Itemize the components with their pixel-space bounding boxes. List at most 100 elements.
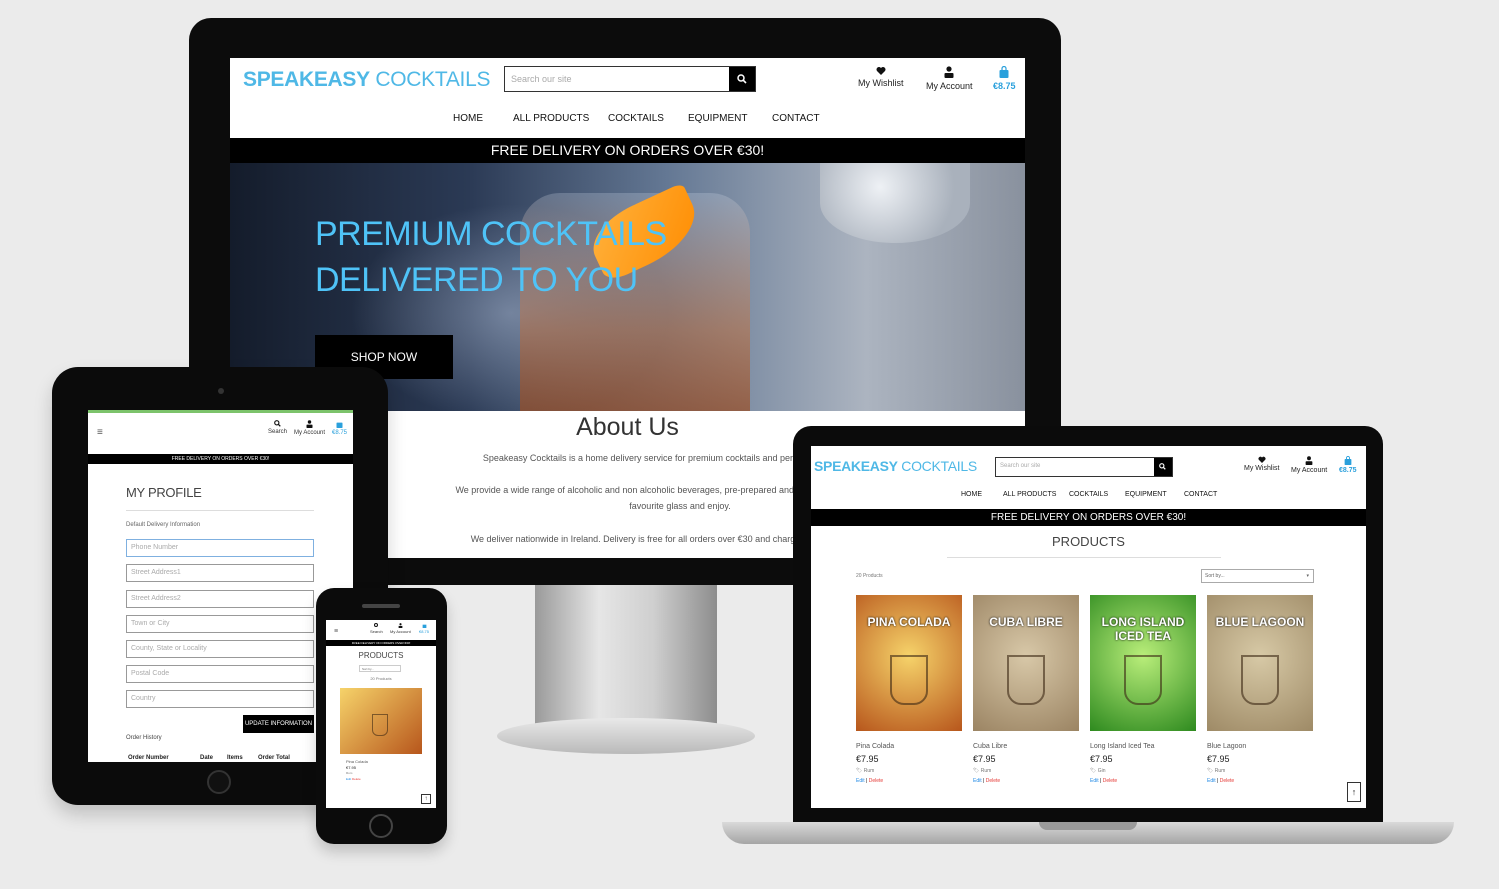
laptop-search-button[interactable] (1154, 458, 1172, 476)
phone-account-label: My Account (390, 629, 411, 634)
laptop-nav-equipment[interactable]: EQUIPMENT (1125, 491, 1167, 498)
delivery-info-label: Default Delivery Information (126, 522, 201, 528)
delete-link[interactable]: Delete (1103, 778, 1117, 784)
phone-number-field[interactable]: Phone Number (126, 539, 314, 557)
hamburger-menu-icon[interactable]: ≡ (334, 628, 338, 635)
site-logo[interactable]: SPEAKEASY COCKTAILS (243, 68, 490, 92)
cart-link[interactable]: €8.75 (993, 66, 1016, 91)
search-button[interactable] (729, 67, 755, 91)
hero-strainer (820, 163, 970, 243)
product-image[interactable]: BLUE LAGOON (1207, 595, 1313, 731)
phone-search-label: Search (370, 629, 383, 634)
product-category[interactable]: 🏷 Gin (1090, 768, 1196, 774)
update-information-button[interactable]: UPDATE INFORMATION (243, 715, 314, 733)
laptop-sort-select[interactable]: Sort by... ▾ (1201, 569, 1314, 583)
delete-link[interactable]: Delete (1220, 778, 1234, 784)
product-name[interactable]: Long Island Iced Tea (1090, 743, 1196, 750)
town-city-field[interactable]: Town or City (126, 615, 314, 633)
product-category[interactable]: 🏷 Rum (1207, 768, 1313, 774)
edit-link[interactable]: Edit (1090, 778, 1099, 784)
hero-heading: PREMIUM COCKTAILS DELIVERED TO YOU (315, 211, 667, 303)
divider (126, 510, 314, 511)
tablet-search-link[interactable]: Search (268, 420, 287, 435)
nav-equipment[interactable]: EQUIPMENT (688, 113, 747, 124)
poster-glass (1007, 655, 1045, 705)
phone-product-category: Rum (346, 771, 353, 775)
phone-back-to-top[interactable]: ↑ (421, 794, 431, 804)
phone-account-link[interactable]: My Account (390, 623, 411, 634)
delete-link[interactable]: Delete (986, 778, 1000, 784)
phone-number-placeholder: Phone Number (131, 544, 179, 551)
tablet-screen: ≡ Search My Account €8.75 FREE DELIVERY … (88, 410, 353, 762)
hero-line1: PREMIUM COCKTAILS (315, 215, 667, 253)
laptop-site-logo[interactable]: SPEAKEASY COCKTAILS (814, 458, 977, 474)
search-placeholder: Search our site (511, 74, 572, 84)
laptop-nav-contact[interactable]: CONTACT (1184, 491, 1217, 498)
phone-delete-link[interactable]: Delete (352, 777, 361, 781)
shopping-bag-icon (422, 623, 427, 628)
street-address1-field[interactable]: Street Address1 (126, 564, 314, 582)
nav-home[interactable]: HOME (453, 113, 483, 124)
laptop-cart-link[interactable]: €8.75 (1339, 456, 1357, 474)
product-category[interactable]: 🏷 Rum (973, 768, 1079, 774)
col-date: Date (200, 755, 214, 761)
edit-link[interactable]: Edit (856, 778, 865, 784)
hamburger-menu-icon[interactable]: ≡ (97, 427, 103, 438)
edit-link[interactable]: Edit (973, 778, 982, 784)
account-link[interactable]: My Account (926, 66, 973, 91)
phone-cart-link[interactable]: €8.75 (419, 623, 429, 634)
poster-glass (1124, 655, 1162, 705)
laptop-nav-cocktails[interactable]: COCKTAILS (1069, 491, 1108, 498)
product-image[interactable]: LONG ISLAND ICED TEA (1090, 595, 1196, 731)
product-actions: Edit | Delete (856, 778, 884, 784)
street-address2-field[interactable]: Street Address2 (126, 590, 314, 608)
delivery-banner: FREE DELIVERY ON ORDERS OVER €30! (230, 138, 1025, 163)
poster-glass (890, 655, 928, 705)
product-category-label: Gin (1097, 768, 1106, 774)
shopping-bag-icon (999, 66, 1009, 78)
cart-total: €8.75 (993, 81, 1016, 91)
nav-all-products[interactable]: ALL PRODUCTS (513, 113, 589, 124)
product-name[interactable]: Blue Lagoon (1207, 743, 1313, 750)
product-card[interactable]: PINA COLADA Pina Colada €7.95 🏷 Rum Edit… (856, 595, 962, 784)
wishlist-link[interactable]: My Wishlist (858, 66, 904, 88)
phone-product-image[interactable] (340, 688, 422, 754)
product-category[interactable]: 🏷 Rum (856, 768, 962, 774)
postal-code-field[interactable]: Postal Code (126, 665, 314, 683)
tablet-cart-link[interactable]: €8.75 (332, 420, 347, 436)
laptop-search-input[interactable]: Search our site (995, 457, 1173, 477)
phone-search-link[interactable]: Search (370, 623, 383, 634)
laptop-account-link[interactable]: My Account (1291, 456, 1327, 474)
product-image[interactable]: PINA COLADA (856, 595, 962, 731)
logo-part1: SPEAKEASY (243, 68, 370, 91)
phone-sort-select[interactable]: Sort by... (359, 665, 401, 672)
product-card[interactable]: LONG ISLAND ICED TEA Long Island Iced Te… (1090, 595, 1196, 784)
edit-link[interactable]: Edit (1207, 778, 1216, 784)
county-field[interactable]: County, State or Locality (126, 640, 314, 658)
product-name[interactable]: Pina Colada (856, 743, 962, 750)
phone-products-title: PRODUCTS (358, 651, 404, 660)
wishlist-label: My Wishlist (858, 78, 904, 88)
laptop-search-placeholder: Search our site (1000, 463, 1041, 469)
back-to-top-button[interactable]: ↑ (1347, 782, 1361, 802)
street-address1-placeholder: Street Address1 (131, 569, 181, 576)
search-input[interactable]: Search our site (504, 66, 756, 92)
product-name[interactable]: Cuba Libre (973, 743, 1079, 750)
country-field[interactable]: Country (126, 690, 314, 708)
tablet-account-link[interactable]: My Account (294, 420, 325, 436)
laptop-sort-label: Sort by... (1205, 573, 1225, 579)
nav-cocktails[interactable]: COCKTAILS (608, 113, 664, 124)
product-card[interactable]: BLUE LAGOON Blue Lagoon €7.95 🏷 Rum Edit… (1207, 595, 1313, 784)
laptop-wishlist-link[interactable]: My Wishlist (1244, 456, 1279, 472)
product-image[interactable]: CUBA LIBRE (973, 595, 1079, 731)
nav-contact[interactable]: CONTACT (772, 113, 820, 124)
tablet-top-accent (88, 410, 353, 413)
phone-edit-link[interactable]: Edit (346, 777, 351, 781)
product-actions: Edit | Delete (1207, 778, 1235, 784)
laptop-nav-all-products[interactable]: ALL PRODUCTS (1003, 491, 1056, 498)
product-price: €7.95 (973, 754, 996, 764)
product-card[interactable]: CUBA LIBRE Cuba Libre €7.95 🏷 Rum Edit |… (973, 595, 1079, 784)
delete-link[interactable]: Delete (869, 778, 883, 784)
laptop-notch (1039, 822, 1137, 830)
laptop-nav-home[interactable]: HOME (961, 491, 982, 498)
